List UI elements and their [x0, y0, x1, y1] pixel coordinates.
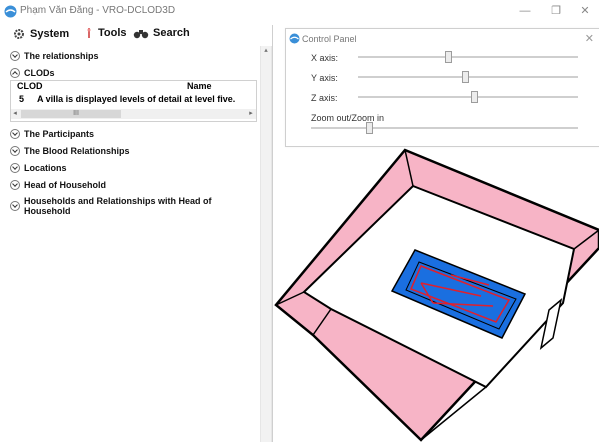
close-button[interactable]: ✕ [575, 3, 595, 19]
tree-node-relationships[interactable]: The relationships [10, 51, 99, 61]
horizontal-scrollbar[interactable]: ◂ III ▸ [11, 109, 256, 119]
slider-thumb[interactable] [462, 71, 470, 83]
tree-node-head-of-household[interactable]: Head of Household [10, 180, 106, 190]
menu-bar: System Tools Search [0, 25, 260, 45]
slider-thumb[interactable] [445, 51, 453, 63]
chevron-down-icon [10, 201, 20, 211]
scroll-right-icon[interactable]: ▸ [247, 109, 255, 119]
slider-track [358, 56, 578, 58]
menu-search[interactable]: Search [133, 27, 190, 39]
app-icon [4, 5, 17, 18]
control-panel: Control Panel ✕ X axis: Y axis: Z axis: … [285, 28, 599, 147]
table-header: CLOD Name [11, 81, 256, 93]
menu-tools-label: Tools [98, 27, 127, 39]
minimize-button[interactable]: — [515, 3, 535, 19]
tools-icon [87, 28, 91, 38]
cell-clod: 5 [19, 94, 25, 104]
slider-thumb[interactable] [470, 91, 478, 103]
tree-node-label: Locations [24, 163, 67, 173]
tree-node-label: The relationships [24, 51, 99, 61]
binoculars-icon [133, 30, 149, 39]
tree-node-participants[interactable]: The Participants [10, 129, 94, 139]
vertical-scrollbar[interactable]: ▴ [260, 46, 272, 442]
window-title: Phạm Văn Đăng - VRO-DCLOD3D [20, 5, 176, 16]
table-row[interactable]: 5 A villa is displayed levels of detail … [11, 94, 256, 106]
scroll-up-icon[interactable]: ▴ [261, 46, 271, 56]
chevron-down-icon [10, 163, 20, 173]
tree-node-label: Head of Household [24, 180, 107, 190]
gear-icon [14, 29, 24, 39]
chevron-down-icon [10, 51, 20, 61]
z-axis-label: Z axis: [311, 93, 338, 103]
y-axis-label: Y axis: [311, 73, 338, 83]
chevron-down-icon [10, 129, 20, 139]
y-axis-slider[interactable] [358, 71, 578, 83]
column-header-name[interactable]: Name [187, 81, 212, 91]
chevron-down-icon [10, 146, 20, 156]
slider-thumb[interactable] [365, 122, 373, 134]
left-panel: The relationships CLODs CLOD Name 5 A vi… [0, 46, 260, 442]
clod-table: CLOD Name 5 A villa is displayed levels … [10, 80, 257, 122]
tree-node-label: CLODs [24, 68, 55, 78]
x-axis-label: X axis: [311, 53, 339, 63]
tree-node-label: The Participants [24, 129, 95, 139]
menu-search-label: Search [153, 27, 190, 39]
tree-node-clods[interactable]: CLODs [10, 68, 55, 78]
column-header-clod[interactable]: CLOD [17, 81, 43, 91]
zoom-slider[interactable] [311, 122, 578, 134]
menu-system-label: System [30, 28, 70, 40]
title-bar: Phạm Văn Đăng - VRO-DCLOD3D — ❐ ✕ [0, 0, 599, 24]
tree-node-label: Households and Relationships with Head o… [23, 196, 212, 216]
scroll-grip-icon: III [73, 110, 79, 117]
slider-track [358, 96, 578, 98]
cell-name: A villa is displayed levels of detail at… [37, 94, 236, 104]
menu-tools[interactable]: Tools [84, 27, 127, 39]
tree-node-households[interactable]: Households and Relationships with Head o… [10, 196, 260, 216]
tree-node-locations[interactable]: Locations [10, 163, 67, 173]
tree-node-blood-relationships[interactable]: The Blood Relationships [10, 146, 130, 156]
tree-node-label: The Blood Relationships [24, 146, 130, 156]
maximize-button[interactable]: ❐ [546, 3, 566, 19]
control-panel-close-button[interactable]: ✕ [585, 32, 594, 45]
menu-system[interactable]: System [12, 27, 69, 41]
z-axis-slider[interactable] [358, 91, 578, 103]
control-panel-title: Control Panel [302, 34, 357, 44]
x-axis-slider[interactable] [358, 51, 578, 63]
chevron-down-icon [10, 180, 20, 190]
slider-track [311, 127, 578, 129]
scroll-left-icon[interactable]: ◂ [11, 109, 19, 119]
chevron-up-icon [10, 68, 20, 78]
app-icon [289, 33, 300, 44]
